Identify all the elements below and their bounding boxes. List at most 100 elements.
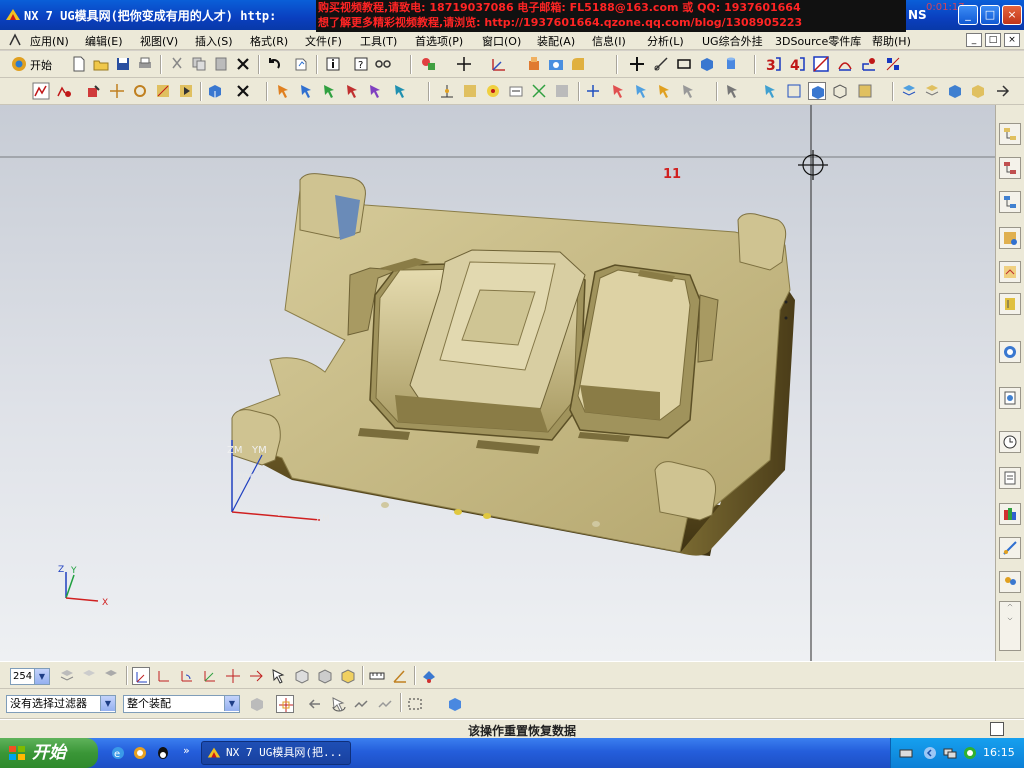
network-tray-icon[interactable] — [943, 746, 957, 760]
face-analysis-dropdown[interactable] — [856, 82, 874, 100]
new-file-button[interactable] — [70, 55, 88, 73]
part-navigator-tab[interactable] — [999, 191, 1021, 213]
menu-3dsource-library[interactable]: 3DSource零件库 — [775, 33, 861, 49]
keyboard-tray-icon[interactable] — [899, 746, 913, 760]
qq-quicklaunch-icon[interactable] — [155, 745, 171, 761]
status-maximize-icon[interactable] — [990, 722, 1004, 736]
select-edge-button[interactable] — [344, 82, 362, 100]
repeat-command-button[interactable] — [292, 55, 310, 73]
delete-button[interactable] — [234, 55, 252, 73]
shaded-with-edges-button[interactable] — [808, 82, 826, 100]
security-tray-icon[interactable] — [963, 746, 977, 760]
select-by-name-button[interactable] — [330, 695, 348, 713]
browser-quicklaunch-icon[interactable] — [132, 745, 148, 761]
menu-tools[interactable]: 工具(T) — [360, 33, 397, 49]
windows-start-button[interactable]: 开始 — [0, 738, 98, 768]
view-rotate-button[interactable] — [656, 82, 674, 100]
menu-ug-plugin[interactable]: UG综合外挂 — [702, 33, 763, 49]
general-selection-filter-button[interactable] — [248, 695, 266, 713]
curve-view-button[interactable] — [836, 55, 854, 73]
select-point-dropdown[interactable] — [392, 82, 410, 100]
close-button[interactable]: × — [1002, 5, 1022, 25]
menu-file[interactable]: 文件(F) — [305, 33, 342, 49]
more-tools-dropdown[interactable] — [994, 82, 1012, 100]
snap-center-button[interactable] — [484, 82, 502, 100]
work-layer-select[interactable]: 254 ▼ — [10, 668, 50, 685]
snap-quadrant-button[interactable] — [507, 82, 525, 100]
undo-button[interactable] — [265, 55, 283, 73]
snap-grid-button[interactable] — [553, 82, 571, 100]
web-browser-tab[interactable] — [999, 261, 1021, 283]
feature-move-button[interactable] — [108, 82, 126, 100]
analysis-dropdown-button[interactable] — [374, 55, 392, 73]
drafting-tools-button[interactable] — [884, 55, 902, 73]
shapes-dropdown-button[interactable] — [420, 55, 438, 73]
start-menu-label[interactable]: 开始 — [30, 57, 52, 73]
select-face-button[interactable] — [321, 82, 339, 100]
paste-button[interactable] — [212, 55, 230, 73]
minimize-button[interactable]: _ — [958, 5, 978, 25]
save-button[interactable] — [114, 55, 132, 73]
open-file-button[interactable] — [92, 55, 110, 73]
measure-angle-button[interactable] — [391, 667, 409, 685]
analysis-tab[interactable] — [999, 537, 1021, 559]
render-style-dropdown[interactable] — [724, 82, 742, 100]
view-4-button[interactable]: 4 — [788, 55, 806, 74]
rectangle-select-dropdown[interactable] — [406, 695, 424, 713]
menu-information[interactable]: 信息(I) — [592, 33, 626, 49]
quicklaunch-more-button[interactable]: » — [183, 744, 190, 757]
select-curve-button[interactable] — [367, 82, 385, 100]
snap-endpoint-button[interactable] — [438, 82, 456, 100]
wireframe-button[interactable] — [785, 82, 803, 100]
menu-format[interactable]: 格式(R) — [250, 33, 288, 49]
mdi-minimize-button[interactable]: _ — [966, 33, 982, 47]
snap-point-dropdown[interactable] — [276, 695, 294, 713]
constraint-navigator-tab[interactable] — [999, 157, 1021, 179]
help-button[interactable]: ? — [352, 55, 370, 73]
select-feature-button[interactable] — [275, 82, 293, 100]
feature-replay-button[interactable] — [177, 82, 195, 100]
system-scenes-tab[interactable] — [999, 467, 1021, 489]
information-button[interactable] — [324, 55, 342, 73]
assembly-navigator-tab[interactable] — [999, 123, 1021, 145]
menu-window[interactable]: 窗口(O) — [482, 33, 521, 49]
move-to-layer-button[interactable] — [946, 82, 964, 100]
block-button[interactable] — [698, 55, 716, 73]
wcs-origin-button[interactable] — [155, 667, 173, 685]
roles-tab[interactable] — [999, 431, 1021, 453]
menu-analysis[interactable]: 分析(L) — [647, 33, 684, 49]
move-object-button[interactable] — [628, 55, 646, 73]
view-fit-button[interactable] — [584, 82, 602, 100]
wcs-change-x-button[interactable] — [247, 667, 265, 685]
selection-scope-select[interactable]: 整个装配 ▼ — [123, 695, 240, 713]
feature-edit-button[interactable] — [85, 82, 103, 100]
zone-button[interactable] — [860, 55, 878, 73]
reset-selection-button[interactable] — [306, 695, 324, 713]
snap-intersection-button[interactable] — [530, 82, 548, 100]
snap-midpoint-button[interactable] — [461, 82, 479, 100]
sketch-button[interactable] — [32, 82, 50, 100]
menu-edit[interactable]: 编辑(E) — [85, 33, 123, 49]
layer-copy-button[interactable] — [102, 667, 120, 685]
print-button[interactable] — [136, 55, 154, 73]
select-all-button[interactable] — [446, 695, 464, 713]
select-body-button[interactable] — [298, 82, 316, 100]
feature-suppress-button[interactable] — [154, 82, 172, 100]
point-button[interactable] — [455, 55, 473, 73]
process-studio-tab[interactable] — [999, 387, 1021, 409]
maximize-button[interactable]: □ — [980, 5, 1000, 25]
menu-insert[interactable]: 插入(S) — [195, 33, 233, 49]
copy-button[interactable] — [190, 55, 208, 73]
mdi-restore-button[interactable]: □ — [985, 33, 1001, 47]
layer-move-button[interactable] — [80, 667, 98, 685]
view-pan-button[interactable] — [633, 82, 651, 100]
select-chain-button[interactable] — [352, 695, 370, 713]
graphics-window[interactable]: ZM YM ZC YC XC XM 11 Z Y X — [0, 105, 995, 661]
view-orient-dropdown[interactable] — [680, 82, 698, 100]
feature-reorder-button[interactable] — [131, 82, 149, 100]
resource-bar-scroll[interactable] — [999, 601, 1021, 651]
wcs-display-button[interactable] — [293, 667, 311, 685]
history-tab[interactable] — [999, 293, 1021, 315]
sketch-finish-button[interactable] — [55, 82, 73, 100]
datum-csys-button[interactable] — [490, 55, 508, 73]
